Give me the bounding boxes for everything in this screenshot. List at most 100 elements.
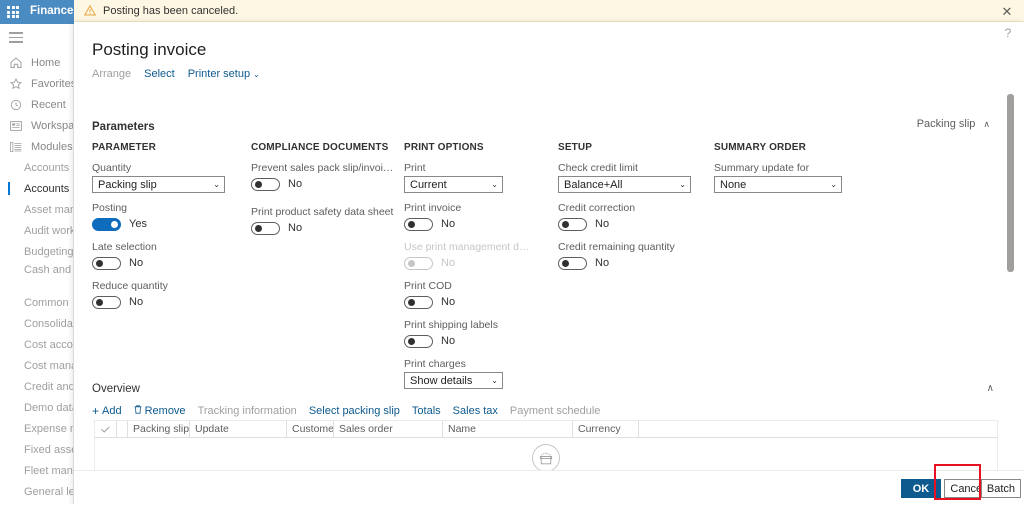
parameter-column-heading: PARAMETER — [92, 142, 232, 153]
sidebar-item-label: Accounts payable — [24, 162, 74, 174]
sidebar-item-cost-accounting[interactable]: Cost accounting — [0, 334, 74, 355]
totals-button[interactable]: Totals — [412, 405, 441, 417]
arrange-button[interactable]: Arrange — [92, 68, 131, 80]
sidebar-item-label: Accounts receivable — [24, 183, 74, 195]
late-selection-field: Late selection No — [92, 241, 232, 271]
print-product-safety-toggle[interactable] — [251, 222, 280, 235]
prevent-sales-pack-slip-value: No — [288, 178, 302, 190]
chevron-down-icon: ⌄ — [830, 180, 837, 189]
payment-schedule-button[interactable]: Payment schedule — [510, 405, 601, 417]
grid-column-customer-packing[interactable]: Customer pa... — [287, 421, 334, 437]
grid-column-currency[interactable]: Currency — [573, 421, 639, 437]
sidebar-item-label: Expense management — [24, 423, 74, 435]
sidebar-item-cash-and-bank-management[interactable]: Cash and bank management — [0, 262, 74, 292]
sidebar-item-budgeting[interactable]: Budgeting — [0, 241, 74, 262]
sidebar-item-general-ledger[interactable]: General ledger — [0, 481, 74, 502]
late-selection-toggle[interactable] — [92, 257, 121, 270]
prevent-sales-pack-slip-toggle[interactable] — [251, 178, 280, 191]
sidebar-item-cost-management[interactable]: Cost management — [0, 355, 74, 376]
help-icon[interactable]: ? — [1002, 26, 1014, 40]
print-select[interactable]: Current ⌄ — [404, 176, 503, 193]
reduce-quantity-toggle[interactable] — [92, 296, 121, 309]
printer-setup-button[interactable]: Printer setup⌄ — [188, 68, 260, 80]
chevron-down-icon: ⌄ — [491, 376, 498, 385]
sidebar-item-common[interactable]: Common — [0, 292, 74, 313]
grid-column-update[interactable]: Update — [190, 421, 287, 437]
batch-button[interactable]: Batch — [981, 479, 1021, 498]
print-cod-label: Print COD — [404, 280, 544, 292]
nav-item-home[interactable]: Home — [0, 52, 74, 73]
sidebar-item-asset-management[interactable]: Asset management — [0, 199, 74, 220]
add-label: Add — [102, 405, 122, 417]
modules-icon — [8, 140, 24, 154]
print-charges-select[interactable]: Show details ⌄ — [404, 372, 503, 389]
print-value: Current — [410, 179, 447, 191]
quantity-label: Quantity — [92, 162, 232, 174]
print-shipping-labels-label: Print shipping labels — [404, 319, 544, 331]
close-icon[interactable]: ✕ — [1000, 4, 1014, 18]
empty-box-icon — [532, 444, 560, 472]
sales-tax-button[interactable]: Sales tax — [453, 405, 498, 417]
quantity-select[interactable]: Packing slip ⌄ — [92, 176, 225, 193]
print-field: Print Current ⌄ — [404, 162, 544, 193]
grid-column-sales-order[interactable]: Sales order — [334, 421, 443, 437]
print-options-column-heading: PRINT OPTIONS — [404, 142, 544, 153]
nav-item-workspaces[interactable]: Workspaces — [0, 115, 74, 136]
print-shipping-labels-toggle[interactable] — [404, 335, 433, 348]
sidebar-item-consolidations[interactable]: Consolidations — [0, 313, 74, 334]
sidebar-item-accounts-receivable[interactable]: Accounts receivable — [0, 178, 74, 199]
posting-toggle[interactable] — [92, 218, 121, 231]
tracking-information-button[interactable]: Tracking information — [198, 405, 297, 417]
trash-icon — [134, 405, 142, 417]
grid-column-packing-slip[interactable]: Packing slip — [128, 421, 190, 437]
app-launcher-icon[interactable] — [7, 6, 19, 18]
remove-button[interactable]: Remove — [134, 405, 186, 417]
print-invoice-toggle[interactable] — [404, 218, 433, 231]
quantity-value: Packing slip — [98, 179, 157, 191]
print-charges-label: Print charges — [404, 358, 544, 370]
scrollbar-thumb[interactable] — [1007, 94, 1014, 272]
sidebar-item-label: Cost accounting — [24, 339, 74, 351]
sidebar-item-audit-workbench[interactable]: Audit workbench — [0, 220, 74, 241]
sidebar-item-label: Audit workbench — [24, 225, 74, 237]
select-button[interactable]: Select — [144, 68, 175, 80]
ok-button[interactable]: OK — [901, 479, 941, 498]
sidebar-item-fixed-assets[interactable]: Fixed assets — [0, 439, 74, 460]
sidebar-item-accounts-payable[interactable]: Accounts payable — [0, 157, 74, 178]
check-credit-limit-field: Check credit limit Balance+All ⌄ — [558, 162, 718, 193]
sidebar-item-label: Common — [24, 297, 69, 309]
sidebar-item-demo-data[interactable]: Demo data — [0, 397, 74, 418]
grid-column-name[interactable]: Name — [443, 421, 573, 437]
credit-correction-value: No — [595, 218, 609, 230]
posting-value: Yes — [129, 218, 147, 230]
summary-update-for-select[interactable]: None ⌄ — [714, 176, 842, 193]
nav-item-favorites[interactable]: Favorites — [0, 73, 74, 94]
overview-collapse-chevron-icon[interactable]: ∧ — [987, 383, 994, 394]
dialog-scrollbar[interactable] — [1007, 82, 1014, 367]
check-credit-limit-select[interactable]: Balance+All ⌄ — [558, 176, 691, 193]
sidebar-item-label: Fleet management — [24, 465, 74, 477]
print-charges-field: Print charges Show details ⌄ — [404, 358, 544, 389]
print-cod-field: Print COD No — [404, 280, 544, 310]
sidebar-item-label: Cost management — [24, 360, 74, 372]
quantity-field: Quantity Packing slip ⌄ — [92, 162, 232, 193]
select-all-checkbox[interactable] — [95, 421, 117, 437]
nav-item-modules[interactable]: Modules — [0, 136, 74, 157]
hamburger-menu-icon[interactable] — [9, 32, 23, 43]
credit-correction-field: Credit correction No — [558, 202, 718, 232]
posting-invoice-dialog: ? Posting invoice Arrange Select Printer… — [74, 22, 1024, 506]
print-charges-value: Show details — [410, 375, 472, 387]
print-cod-toggle[interactable] — [404, 296, 433, 309]
chevron-down-icon: ⌄ — [253, 70, 260, 79]
sidebar-item-credit-and-collections[interactable]: Credit and collections — [0, 376, 74, 397]
sidebar-item-fleet-management[interactable]: Fleet management — [0, 460, 74, 481]
nav-item-label: Recent — [31, 99, 66, 111]
use-print-management-toggle — [404, 257, 433, 270]
add-button[interactable]: + Add — [92, 405, 122, 417]
sidebar-item-expense-management[interactable]: Expense management — [0, 418, 74, 439]
select-packing-slip-button[interactable]: Select packing slip — [309, 405, 400, 417]
credit-remaining-quantity-toggle[interactable] — [558, 257, 587, 270]
packing-slip-tab[interactable]: Packing slip ∧ — [917, 118, 990, 130]
nav-item-recent[interactable]: Recent — [0, 94, 74, 115]
credit-correction-toggle[interactable] — [558, 218, 587, 231]
